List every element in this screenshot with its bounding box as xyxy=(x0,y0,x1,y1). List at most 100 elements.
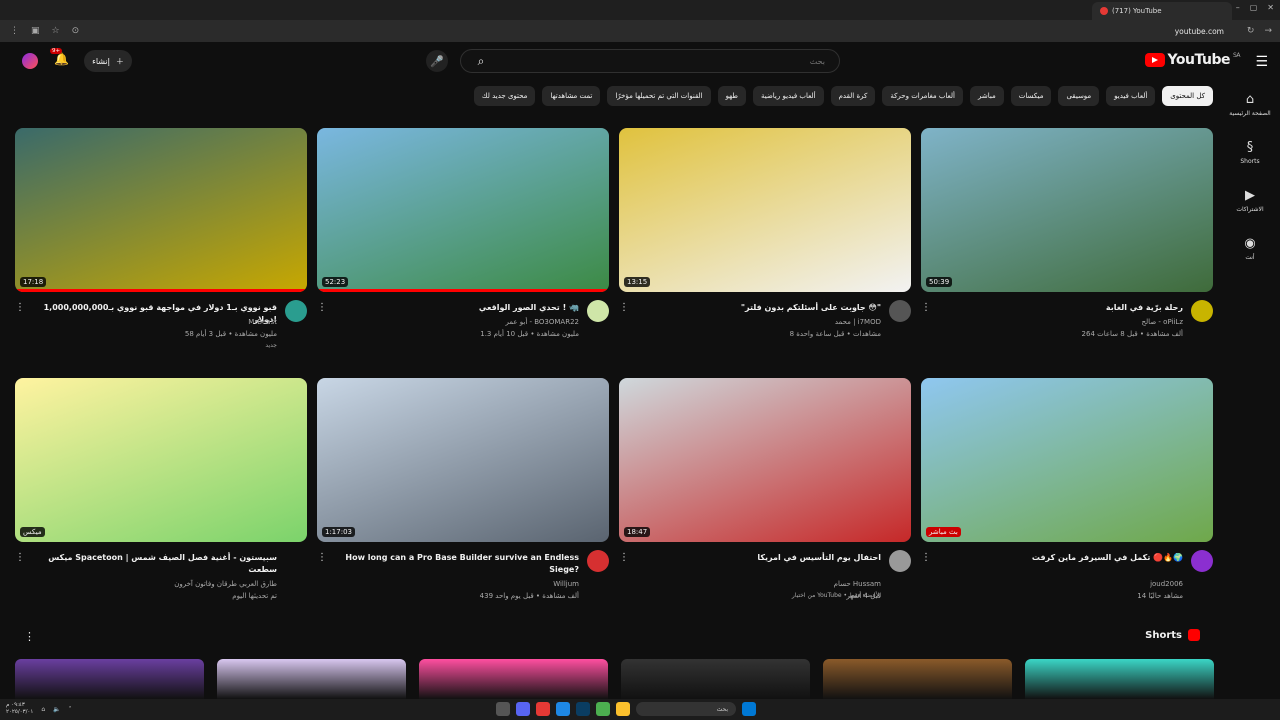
search-input[interactable] xyxy=(501,56,839,66)
video-thumbnail[interactable]: 17:18 xyxy=(15,128,307,292)
more-icon[interactable]: ⋮ xyxy=(921,552,931,563)
video-thumbnail[interactable]: 18:47 xyxy=(619,378,911,542)
bookmark-star-icon[interactable]: ☆ xyxy=(52,26,60,36)
sidebar-item[interactable]: § Shorts xyxy=(1220,128,1280,176)
video-title[interactable]: ميكس Spacetoon | سبيستون - أغنية فصل الص… xyxy=(27,552,277,576)
app-icon[interactable] xyxy=(496,702,510,716)
notifications-bell-icon[interactable]: 🔔 9+ xyxy=(50,48,69,66)
video-title[interactable]: "جاوبت على أسئلتكم بدون فلتر 😳" xyxy=(631,302,881,314)
more-icon[interactable]: ⋮ xyxy=(15,302,25,313)
sidebar-item[interactable]: ▶ الاشتراكات xyxy=(1220,176,1280,224)
video-card[interactable]: 1:17:03 How long can a Pro Base Builder s… xyxy=(317,378,609,628)
filter-chip[interactable]: طهو xyxy=(717,86,746,106)
filter-chip[interactable]: مباشر xyxy=(970,86,1004,106)
filter-chip[interactable]: تمت مشاهدتها xyxy=(542,86,601,106)
more-icon[interactable]: ⋮ xyxy=(10,26,19,36)
channel-avatar[interactable] xyxy=(285,300,307,322)
more-icon[interactable]: ⋮ xyxy=(921,302,931,313)
channel-avatar[interactable] xyxy=(889,300,911,322)
video-thumbnail[interactable]: 1:17:03 xyxy=(317,378,609,542)
app-icon[interactable] xyxy=(536,702,550,716)
windows-start-icon[interactable] xyxy=(742,702,756,716)
minimize-icon[interactable]: – xyxy=(1236,3,1240,12)
maximize-icon[interactable]: ▢ xyxy=(1250,3,1258,12)
channel-name[interactable]: Willjum xyxy=(553,580,579,588)
video-card[interactable]: 18:47 احتفال يوم التأسيس في امريكا حسام Hu… xyxy=(619,378,911,628)
video-thumbnail[interactable]: 50:39 xyxy=(921,128,1213,292)
search-button[interactable]: ⌕ xyxy=(461,50,501,72)
clock[interactable]: ٠٩:٤٣ م ٢٠٢٥/٠٣/٠١ xyxy=(6,702,33,716)
video-title[interactable]: How long can a Pro Base Builder survive … xyxy=(329,552,579,576)
channel-avatar[interactable] xyxy=(1191,300,1213,322)
close-icon[interactable]: ✕ xyxy=(1267,3,1274,12)
forward-icon[interactable]: → xyxy=(1264,26,1272,36)
more-icon[interactable]: ⋮ xyxy=(317,302,327,313)
sidebar-item[interactable]: ⌂ الصفحة الرئيسية xyxy=(1220,80,1280,128)
edge-icon[interactable] xyxy=(556,702,570,716)
short-thumbnail[interactable] xyxy=(621,659,810,699)
video-card[interactable]: 17:18 قبو نووي بـ1 دولار في مواجهة قبو نو… xyxy=(15,128,307,378)
sidebar-item[interactable]: ◉ أنت xyxy=(1220,224,1280,272)
channel-name[interactable]: joud2006 xyxy=(1150,580,1183,588)
voice-search-icon[interactable]: 🎤 xyxy=(426,50,448,72)
channel-name[interactable]: أبو عمر - BO3OMAR22 xyxy=(505,318,579,326)
video-card[interactable]: بث مباشر تكمل في السيرفر ماين كرفت 🔴🔥🌍 jou… xyxy=(921,378,1213,628)
video-thumbnail[interactable]: بث مباشر xyxy=(921,378,1213,542)
channel-name[interactable]: حسام Hussam xyxy=(834,580,881,588)
explorer-icon[interactable] xyxy=(616,702,630,716)
extensions-icon[interactable]: ▣ xyxy=(31,26,40,36)
video-thumbnail[interactable]: ميكس xyxy=(15,378,307,542)
filter-chip[interactable]: كرة القدم xyxy=(830,86,876,106)
more-icon[interactable]: ⋮ xyxy=(317,552,327,563)
menu-icon[interactable]: ☰ xyxy=(1255,54,1268,70)
video-card[interactable]: 52:23 تحدي الصور الواقعي ! 🦏 أبو عمر - BO3… xyxy=(317,128,609,378)
video-thumbnail[interactable]: 13:15 xyxy=(619,128,911,292)
video-title[interactable]: رحلة برّية في الغابة xyxy=(933,302,1183,314)
video-title[interactable]: تكمل في السيرفر ماين كرفت 🔴🔥🌍 xyxy=(933,552,1183,564)
volume-icon[interactable]: 🔈 xyxy=(53,706,60,713)
channel-name[interactable]: طارق العربي طرقان وفاتون آخرون xyxy=(174,580,277,588)
taskbar-search[interactable]: بحث xyxy=(636,702,736,716)
channel-avatar[interactable] xyxy=(587,550,609,572)
more-icon[interactable]: ⋮ xyxy=(619,552,629,563)
channel-avatar[interactable] xyxy=(587,300,609,322)
short-thumbnail[interactable] xyxy=(217,659,406,699)
filter-chip[interactable]: محتوى جديد لك xyxy=(473,86,536,106)
filter-chip[interactable]: ألعاب فيديو رياضية xyxy=(752,86,824,106)
channel-avatar[interactable] xyxy=(889,550,911,572)
filter-chip[interactable]: القنوات التي تم تحميلها مؤخرًا xyxy=(607,86,711,106)
video-card[interactable]: 13:15 "جاوبت على أسئلتكم بدون فلتر 😳" محمد… xyxy=(619,128,911,378)
short-thumbnail[interactable] xyxy=(15,659,204,699)
chrome-icon[interactable] xyxy=(596,702,610,716)
short-thumbnail[interactable] xyxy=(1025,659,1214,699)
steam-icon[interactable] xyxy=(576,702,590,716)
short-thumbnail[interactable] xyxy=(823,659,1012,699)
chevron-up-icon[interactable]: ˄ xyxy=(69,706,72,713)
filter-chip[interactable]: ميكسات xyxy=(1010,86,1052,106)
more-icon[interactable]: ⋮ xyxy=(619,302,629,313)
account-avatar[interactable] xyxy=(22,53,38,69)
video-thumbnail[interactable]: 52:23 xyxy=(317,128,609,292)
filter-chip[interactable]: ألعاب فيديو xyxy=(1106,86,1156,106)
url-text[interactable]: youtube.com xyxy=(1175,27,1224,36)
more-icon[interactable]: ⋮ xyxy=(15,552,25,563)
shorts-more-icon[interactable]: ⋮ xyxy=(24,630,35,643)
video-title[interactable]: احتفال يوم التأسيس في امريكا xyxy=(631,552,881,564)
channel-name[interactable]: MrBeast xyxy=(248,318,277,326)
reload-icon[interactable]: ↻ xyxy=(1247,26,1255,36)
video-title[interactable]: تحدي الصور الواقعي ! 🦏 xyxy=(329,302,579,314)
channel-avatar[interactable] xyxy=(1191,550,1213,572)
filter-chip[interactable]: ألعاب مغامرات وحركة xyxy=(882,86,964,106)
filter-chip[interactable]: موسيقى xyxy=(1058,86,1100,106)
discord-icon[interactable] xyxy=(516,702,530,716)
filter-chip[interactable]: كل المحتوى xyxy=(1162,86,1213,106)
browser-tab[interactable]: (717) YouTube xyxy=(1092,2,1232,20)
video-card[interactable]: 50:39 رحلة برّية في الغابة صالح - oPiiLz 26… xyxy=(921,128,1213,378)
short-thumbnail[interactable] xyxy=(419,659,608,699)
network-icon[interactable]: ⌂ xyxy=(41,706,45,713)
site-info-icon[interactable]: ⊙ xyxy=(72,26,80,36)
video-card[interactable]: ميكس ميكس Spacetoon | سبيستون - أغنية فصل… xyxy=(15,378,307,628)
video-title[interactable]: قبو نووي بـ1 دولار في مواجهة قبو نووي بـ… xyxy=(27,302,277,326)
channel-name[interactable]: محمد | i7MOD xyxy=(835,318,881,326)
channel-name[interactable]: صالح - oPiiLz xyxy=(1141,318,1183,326)
